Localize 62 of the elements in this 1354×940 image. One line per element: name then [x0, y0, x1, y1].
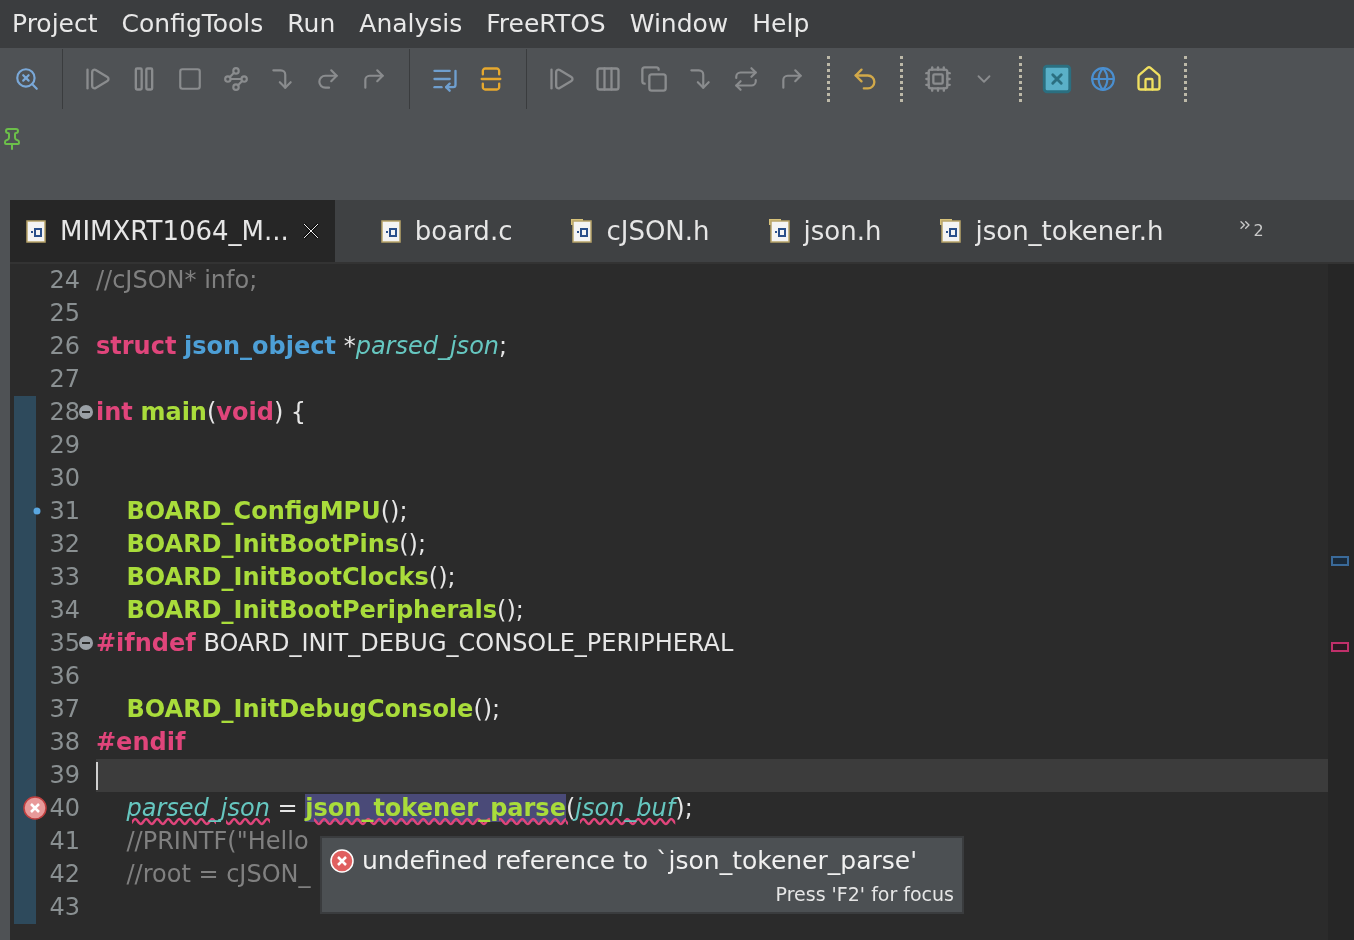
editor-tab[interactable]: board.c	[364, 200, 527, 262]
line-number: 25	[49, 298, 80, 329]
menu-item[interactable]: Project	[0, 0, 110, 48]
menu-item[interactable]: Window	[617, 0, 741, 48]
line-number: 32	[49, 529, 80, 560]
code-line: parsed_json = json_tokener_parse(json_buf);	[125, 793, 693, 824]
editor-tab[interactable]: json_tokener.h	[925, 200, 1178, 262]
code-line: BOARD_InitBootPins();	[125, 529, 426, 560]
line-number: 35	[49, 627, 80, 660]
code-line: //cJSON* info;	[96, 265, 258, 296]
code-line: #ifndef BOARD_INIT_DEBUG_CONSOLE_PERIPHERAL	[96, 628, 734, 659]
line-number: 38	[49, 727, 80, 758]
line-number: 40	[49, 792, 80, 825]
line-number: 24	[49, 265, 80, 296]
line-number: 26	[49, 331, 80, 362]
editor-tab[interactable]: cJSON.h	[556, 200, 724, 262]
editor-tab[interactable]: MIMXRT1064_M...	[10, 200, 335, 262]
code-line: BOARD_InitBootClocks();	[125, 562, 456, 593]
line-number: 29	[49, 430, 80, 461]
menu-item[interactable]: ConfigTools	[109, 0, 276, 48]
line-number: 27	[49, 364, 80, 395]
error-message: undefined reference to `json_tokener_parse'	[362, 845, 918, 877]
close-icon[interactable]	[300, 221, 321, 241]
menu-item[interactable]: Run	[275, 0, 348, 48]
line-number: 41	[49, 826, 80, 857]
source-file-icon	[378, 218, 403, 244]
line-number: 30	[49, 463, 80, 494]
menu-item[interactable]: FreeRTOS	[474, 0, 618, 48]
text-cursor	[96, 761, 98, 790]
code-line: #endif	[96, 727, 186, 758]
code-line: struct json_object *parsed_json;	[96, 331, 508, 362]
focus-hint: Press 'F2' for focus	[775, 881, 954, 907]
code-line: //PRINTF("Hello	[125, 826, 309, 857]
line-number: 37	[49, 694, 80, 725]
header-file-icon	[767, 218, 792, 244]
header-file-icon	[939, 218, 964, 244]
error-marker	[1331, 642, 1349, 652]
header-file-icon	[570, 218, 595, 244]
line-number: 36	[49, 661, 80, 692]
code-line: int main(void) {	[96, 397, 307, 428]
line-number: 42	[49, 859, 80, 890]
code-line: BOARD_InitDebugConsole();	[125, 694, 501, 725]
search-marker	[1331, 556, 1349, 566]
line-number: 28	[49, 396, 80, 429]
line-number: 39	[49, 760, 80, 791]
line-number: 34	[49, 595, 80, 626]
code-line: //root = cJSON_	[125, 859, 311, 890]
collapse-icon[interactable]	[78, 635, 94, 651]
menu-item[interactable]: Analysis	[347, 0, 475, 48]
code-line: BOARD_ConfigMPU();	[125, 496, 408, 527]
line-number: 31	[49, 495, 80, 528]
editor-tab[interactable]: json.h	[753, 200, 896, 262]
error-icon	[23, 796, 48, 820]
line-number: 43	[49, 892, 80, 923]
line-number: 33	[49, 562, 80, 593]
source-file-icon	[24, 218, 48, 244]
more-tabs-button[interactable]: 2	[1237, 200, 1264, 262]
code-line: BOARD_InitBootPeripherals();	[125, 595, 524, 626]
collapse-icon[interactable]	[78, 404, 94, 420]
menu-item[interactable]: Help	[740, 0, 822, 48]
dot-icon	[33, 507, 42, 515]
error-icon	[330, 848, 354, 873]
